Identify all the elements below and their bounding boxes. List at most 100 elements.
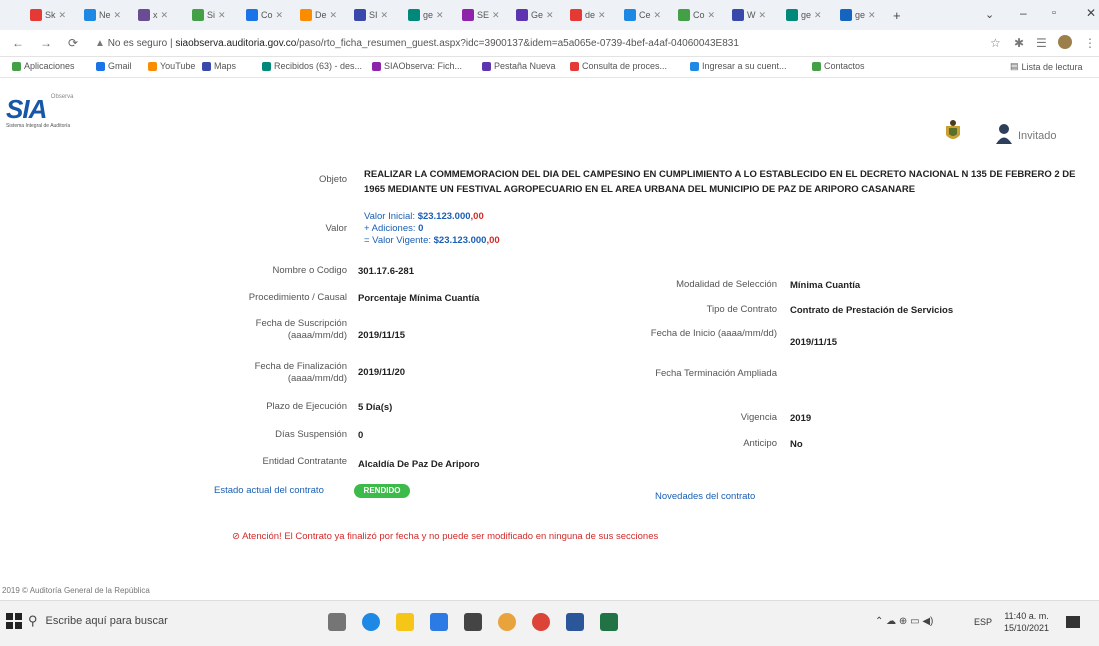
browser-tab[interactable]: De ✕ [300, 6, 337, 24]
bookmark-item[interactable]: Maps [202, 61, 236, 71]
clock[interactable]: 11:40 a. m. 15/10/2021 [1004, 610, 1049, 634]
tab-favicon-icon [138, 9, 150, 21]
novedades-link[interactable]: Novedades del contrato [655, 491, 755, 503]
windows-start-icon[interactable] [6, 613, 22, 629]
user-name: Invitado [1018, 130, 1057, 142]
browser-tab[interactable]: ge ✕ [786, 6, 822, 24]
tab-close-icon[interactable]: ✕ [708, 10, 716, 21]
tab-close-icon[interactable]: ✕ [868, 10, 876, 21]
excel-icon[interactable] [600, 613, 618, 631]
browser-tab[interactable]: Ce ✕ [624, 6, 661, 24]
search-placeholder: Escribe aquí para buscar [45, 615, 168, 627]
modalidad-value: Mínima Cuantía [790, 280, 861, 291]
language-indicator[interactable]: ESP [974, 617, 992, 627]
taskbar-search[interactable]: ⚲ Escribe aquí para buscar [28, 601, 318, 641]
bookmark-item[interactable]: Pestaña Nueva [482, 61, 556, 71]
tab-close-icon[interactable]: ✕ [598, 10, 606, 21]
tab-close-icon[interactable]: ✕ [59, 10, 67, 21]
file-explorer-icon[interactable] [396, 613, 414, 631]
bookmark-icon [482, 61, 491, 71]
tab-close-icon[interactable]: ✕ [492, 10, 500, 21]
browser-tab[interactable]: Ne ✕ [84, 6, 121, 24]
tab-close-icon[interactable]: ✕ [114, 10, 122, 21]
bookmark-item[interactable]: Gmail [96, 61, 132, 71]
reload-icon[interactable]: ⟳ [68, 36, 78, 50]
tab-favicon-icon [516, 9, 528, 21]
browser-tab[interactable]: Ge ✕ [516, 6, 554, 24]
chrome-icon[interactable] [532, 613, 550, 631]
tab-label: Sk [45, 10, 56, 20]
fecha-inicio-value: 2019/11/15 [790, 337, 838, 348]
store-icon[interactable] [464, 613, 482, 631]
bookmark-item[interactable]: SIAObserva: Fich... [372, 61, 462, 71]
anticipo-label: Anticipo [743, 438, 777, 449]
sia-logo[interactable]: SIA Observa Sistema Integral de Auditorí… [6, 94, 73, 129]
tab-close-icon[interactable]: ✕ [330, 10, 338, 21]
browser-tab[interactable]: Co ✕ [678, 6, 715, 24]
tab-close-icon[interactable]: ✕ [436, 10, 444, 21]
not-secure-icon: ▲ [95, 38, 108, 49]
procedimiento-label: Procedimiento / Causal [248, 292, 347, 303]
tab-label: x [153, 10, 158, 20]
system-tray-icons[interactable]: ⌃ ☁ ⊕ ▭ ◀) [875, 616, 933, 627]
tab-close-icon[interactable]: ✕ [654, 10, 662, 21]
bookmark-item[interactable]: Ingresar a su cuent... [690, 61, 787, 71]
nombre-codigo-value: 301.17.6-281 [358, 266, 414, 277]
bookmark-item[interactable]: Recibidos (63) - des... [262, 61, 362, 71]
browser-tab[interactable]: ge ✕ [840, 6, 876, 24]
browser-tab[interactable]: ge ✕ [408, 6, 444, 24]
forward-icon[interactable]: → [40, 36, 52, 50]
objeto-label: Objeto [319, 174, 347, 185]
bookmark-star-icon[interactable]: ☆ [990, 36, 1001, 50]
mail-icon[interactable] [430, 613, 448, 631]
edge-icon[interactable] [362, 613, 380, 631]
bookmark-icon [372, 61, 381, 71]
estado-label: Estado actual del contrato [214, 485, 324, 496]
word-icon[interactable] [566, 613, 584, 631]
new-tab-icon[interactable]: + [893, 8, 901, 23]
bookmark-item[interactable]: Consulta de proces... [570, 61, 667, 71]
menu-icon[interactable]: ⋮ [1084, 36, 1096, 50]
tab-search-icon[interactable]: ⌄ [985, 8, 994, 21]
tab-favicon-icon [462, 9, 474, 21]
adiciones: + Adiciones: 0 [364, 223, 423, 235]
browser-tab[interactable]: de ✕ [570, 6, 606, 24]
browser-tab[interactable]: SE ✕ [462, 6, 500, 24]
sia-logo-caption: Sistema Integral de Auditoría [6, 123, 71, 129]
bookmark-item[interactable]: Aplicaciones [12, 61, 75, 71]
maximize-icon[interactable]: ▫ [1052, 7, 1056, 19]
bookmark-label: Aplicaciones [24, 61, 75, 71]
task-view-icon[interactable] [328, 613, 346, 631]
bookmark-icon [812, 61, 821, 71]
tab-close-icon[interactable]: ✕ [381, 10, 389, 21]
bookmark-icon [96, 61, 105, 71]
browser-tab[interactable]: Co ✕ [246, 6, 283, 24]
browser-tab[interactable]: Si ✕ [192, 6, 226, 24]
extensions-icon[interactable]: ✱ [1014, 36, 1024, 50]
queue-icon[interactable]: ☰ [1036, 36, 1047, 50]
browser-tab[interactable]: W ✕ [732, 6, 766, 24]
reading-list-icon: ▤ [1010, 61, 1019, 71]
close-window-icon[interactable]: ✕ [1086, 6, 1096, 20]
tab-close-icon[interactable]: ✕ [161, 10, 169, 21]
browser-tab[interactable]: Sk ✕ [30, 6, 66, 24]
browser-tab[interactable]: SI ✕ [354, 6, 388, 24]
tab-favicon-icon [624, 9, 636, 21]
back-icon[interactable]: ← [12, 36, 24, 50]
user-avatar-icon[interactable] [995, 123, 1013, 145]
tab-close-icon[interactable]: ✕ [218, 10, 226, 21]
url-field[interactable]: ▲ No es seguro | siaobserva.auditoria.go… [95, 38, 739, 49]
chrome-alt-icon[interactable] [498, 613, 516, 631]
browser-tab[interactable]: x ✕ [138, 6, 168, 24]
tab-close-icon[interactable]: ✕ [546, 10, 554, 21]
reading-list[interactable]: ▤ Lista de lectura [1010, 61, 1083, 72]
minimize-icon[interactable]: – [1020, 6, 1027, 20]
tab-close-icon[interactable]: ✕ [814, 10, 822, 21]
profile-avatar-icon[interactable] [1058, 35, 1072, 49]
bookmark-item[interactable]: YouTube [148, 61, 195, 71]
bookmark-item[interactable]: Contactos [812, 61, 865, 71]
nombre-codigo-label: Nombre o Codigo [272, 265, 347, 276]
tab-close-icon[interactable]: ✕ [759, 10, 767, 21]
notifications-icon[interactable] [1066, 616, 1080, 628]
tab-close-icon[interactable]: ✕ [276, 10, 284, 21]
